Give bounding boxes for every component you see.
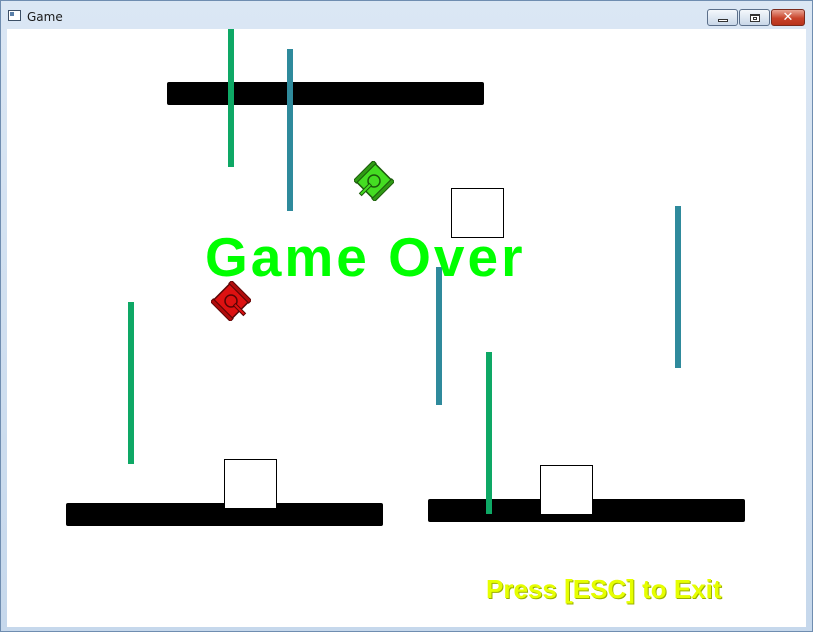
game-over-text: Game Over bbox=[205, 226, 526, 288]
green-barrier bbox=[228, 29, 234, 167]
obstacle-block bbox=[224, 459, 277, 509]
maximize-button[interactable] bbox=[739, 9, 770, 26]
app-window-icon bbox=[8, 10, 21, 21]
minimize-button[interactable] bbox=[707, 9, 738, 26]
title-bar[interactable]: Game ✕ bbox=[1, 1, 812, 29]
wall-top bbox=[167, 82, 484, 105]
window-title: Game bbox=[27, 10, 63, 24]
player-tank-icon bbox=[354, 161, 394, 201]
minimize-icon bbox=[718, 19, 728, 22]
game-canvas[interactable]: Game Over Press [ESC] to Exit bbox=[7, 29, 806, 627]
exit-hint-text: Press [ESC] to Exit bbox=[486, 574, 722, 604]
green-barrier bbox=[128, 302, 134, 464]
obstacle-block bbox=[540, 465, 593, 515]
close-icon: ✕ bbox=[782, 10, 794, 25]
game-window: Game ✕ Game Over Press [ESC] to Exit bbox=[0, 0, 813, 632]
maximize-icon bbox=[750, 14, 760, 22]
teal-barrier bbox=[287, 49, 293, 211]
teal-barrier bbox=[675, 206, 681, 368]
green-barrier bbox=[486, 352, 492, 514]
close-button[interactable]: ✕ bbox=[771, 9, 805, 26]
